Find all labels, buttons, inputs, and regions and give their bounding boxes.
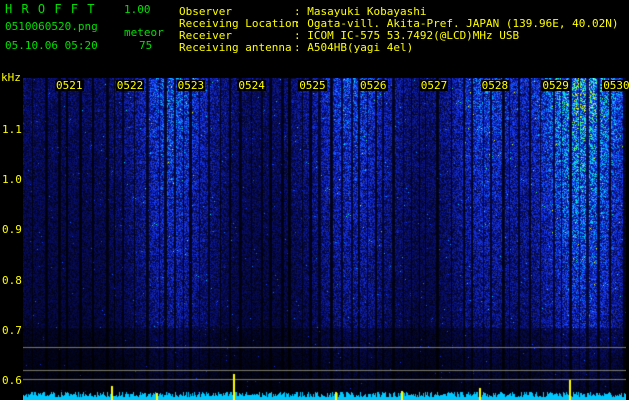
y-tick-label: 1.1	[2, 123, 22, 136]
y-unit-label: kHz	[1, 71, 21, 84]
y-tick-label: 0.7	[2, 323, 22, 337]
counter-label: meteor	[124, 26, 164, 39]
info-value-antenna: : A504HB(yagi 4el)	[294, 41, 414, 54]
file-datetime: 05.10.06 05:20	[5, 39, 98, 52]
spectrogram-canvas	[23, 78, 626, 400]
time-mark-label: 0527	[419, 79, 449, 92]
info-label-antenna: Receiving antenna	[179, 41, 292, 54]
y-tick-label: 0.6	[2, 374, 22, 387]
time-mark-label: 0526	[359, 79, 388, 92]
time-mark-label: 0530	[602, 79, 629, 92]
time-mark-label: 0528	[480, 79, 510, 92]
time-mark-label: 0522	[115, 79, 145, 92]
y-tick-label: 0.8	[2, 273, 22, 287]
y-tick-label: 1.0	[2, 173, 22, 187]
app-version: 1.00	[124, 3, 151, 16]
app-title: H R O F F T	[5, 2, 96, 16]
y-tick-label: 0.9	[2, 223, 22, 237]
time-mark-label: 0525	[298, 79, 327, 92]
time-mark-label: 0521	[55, 79, 84, 92]
time-mark-label: 0529	[541, 79, 570, 92]
counter-value: 75	[139, 39, 153, 52]
file-name: 0510060520.png	[5, 20, 98, 33]
time-mark-label: 0524	[237, 79, 266, 92]
time-mark-label: 0523	[176, 79, 206, 92]
